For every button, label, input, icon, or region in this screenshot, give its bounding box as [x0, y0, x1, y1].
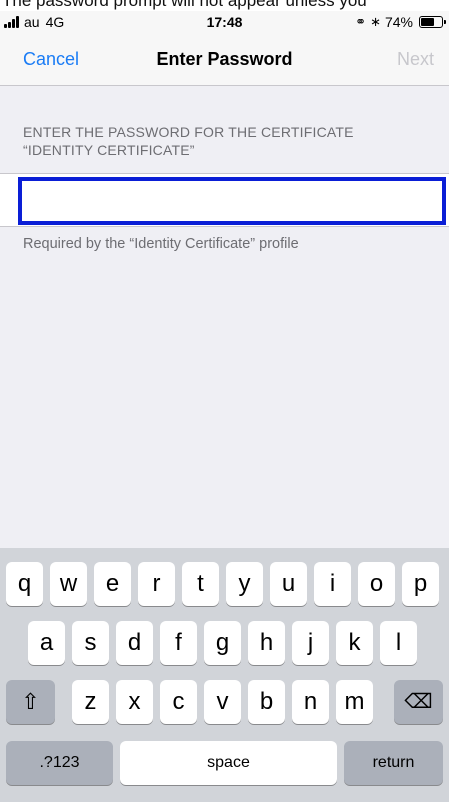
key-p[interactable]: p — [402, 562, 439, 606]
key-a[interactable]: a — [28, 621, 65, 665]
section-header-line2: “IDENTITY CERTIFICATE” — [23, 142, 195, 158]
key-d[interactable]: d — [116, 621, 153, 665]
status-right: ⚭ ∗ 74% — [355, 11, 446, 33]
password-field-row — [0, 173, 449, 227]
key-i[interactable]: i — [314, 562, 351, 606]
orientation-lock-icon: ⚭ — [355, 14, 367, 29]
key-j[interactable]: j — [292, 621, 329, 665]
key-o[interactable]: o — [358, 562, 395, 606]
page-title: Enter Password — [156, 49, 293, 69]
space-key[interactable]: space — [120, 741, 337, 785]
key-b[interactable]: b — [248, 680, 285, 724]
key-t[interactable]: t — [182, 562, 219, 606]
numbers-key[interactable]: .?123 — [6, 741, 113, 785]
bluetooth-icon: ∗ — [370, 14, 381, 29]
keyboard: q w e r t y u i o p a s d f g h j k l ⇧ … — [0, 548, 449, 802]
key-z[interactable]: z — [72, 680, 109, 724]
key-r[interactable]: r — [138, 562, 175, 606]
key-e[interactable]: e — [94, 562, 131, 606]
key-k[interactable]: k — [336, 621, 373, 665]
key-g[interactable]: g — [204, 621, 241, 665]
next-button[interactable]: Next — [397, 33, 434, 85]
key-h[interactable]: h — [248, 621, 285, 665]
delete-key[interactable]: ⌫ — [394, 680, 443, 724]
section-footer: Required by the “Identity Certificate” p… — [23, 236, 299, 252]
key-c[interactable]: c — [160, 680, 197, 724]
section-header-line1: ENTER THE PASSWORD FOR THE CERTIFICATE — [23, 124, 354, 140]
return-key[interactable]: return — [344, 741, 443, 785]
page-caption: The password prompt will not appear unle… — [0, 0, 449, 11]
key-u[interactable]: u — [270, 562, 307, 606]
navigation-bar: Cancel Enter Password Next — [0, 33, 449, 86]
battery-percent: 74% — [384, 14, 413, 30]
key-l[interactable]: l — [380, 621, 417, 665]
key-m[interactable]: m — [336, 680, 373, 724]
key-v[interactable]: v — [204, 680, 241, 724]
section-header: ENTER THE PASSWORD FOR THE CERTIFICATE “… — [23, 123, 423, 159]
key-s[interactable]: s — [72, 621, 109, 665]
battery-icon — [419, 16, 446, 28]
battery-fill — [421, 18, 434, 26]
key-f[interactable]: f — [160, 621, 197, 665]
battery-cap — [444, 20, 446, 24]
key-q[interactable]: q — [6, 562, 43, 606]
password-input[interactable] — [18, 177, 446, 225]
key-n[interactable]: n — [292, 680, 329, 724]
key-y[interactable]: y — [226, 562, 263, 606]
key-x[interactable]: x — [116, 680, 153, 724]
key-w[interactable]: w — [50, 562, 87, 606]
shift-key[interactable]: ⇧ — [6, 680, 55, 724]
status-bar: au 4G 17:48 ⚭ ∗ 74% — [0, 11, 449, 33]
